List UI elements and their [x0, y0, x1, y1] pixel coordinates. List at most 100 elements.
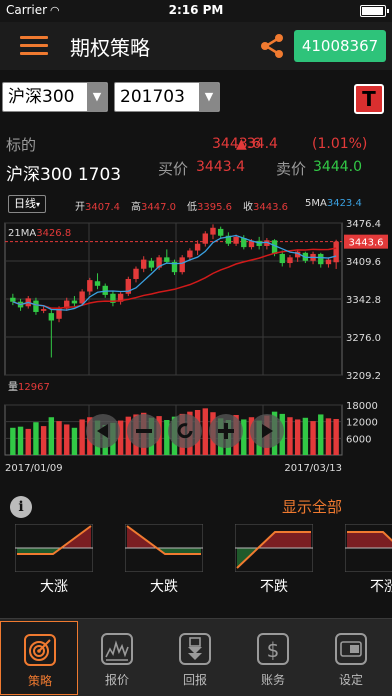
app-header: 期权策略 41008367: [0, 22, 392, 70]
reset-icon[interactable]: [168, 414, 202, 448]
candle-body: [325, 259, 332, 265]
price-change: ▲34.4: [236, 136, 278, 152]
volume-bar: [287, 417, 293, 455]
clock: 2:16 PM: [168, 3, 224, 17]
nav-label: 回报: [182, 673, 207, 687]
close-value: 3443.6: [253, 202, 288, 213]
ma5-value: 3423.4: [326, 198, 362, 209]
volume-axis-label: 12000: [346, 418, 378, 429]
dollar-icon: $: [257, 633, 289, 665]
quote-chart-icon: [101, 633, 133, 665]
volume-bar: [17, 426, 24, 455]
volume-axis-label: 6000: [346, 434, 371, 445]
strategy-label: 大涨: [40, 579, 68, 595]
nav-quote[interactable]: 报价: [78, 621, 156, 695]
price-axis-label: 3409.6: [346, 257, 381, 268]
not-rise-payoff-icon: [345, 524, 392, 572]
strategy-card[interactable]: 大跌: [125, 524, 203, 598]
candle-body: [318, 253, 324, 265]
candle-body: [10, 297, 16, 302]
selector-row: 沪深300 ▼ 201703 ▼ T: [0, 70, 392, 120]
candle-body: [94, 281, 101, 286]
info-icon[interactable]: i: [10, 496, 32, 518]
volume-bar: [64, 424, 70, 455]
volume-bar: [48, 417, 55, 455]
date-start-label: 2017/01/09: [5, 463, 63, 474]
nav-account[interactable]: $ 账务: [234, 621, 312, 695]
strategy-label: 不跌: [260, 579, 288, 595]
volume-bar: [71, 427, 78, 455]
bear-payoff-icon: [125, 524, 203, 572]
date-end-label: 2017/03/13: [284, 463, 342, 474]
account-button[interactable]: 41008367: [294, 30, 386, 62]
strategy-card[interactable]: 不涨: [345, 524, 392, 598]
volume-bar: [79, 419, 85, 455]
price-axis-label: 3276.0: [346, 333, 381, 344]
candle-body: [79, 291, 85, 304]
underlying-select[interactable]: 沪深300 ▼: [2, 82, 108, 112]
ma5-info: 5MA3423.4: [305, 198, 362, 209]
contract-value: 201703: [120, 87, 185, 107]
svg-text:$: $: [267, 638, 280, 662]
nav-return[interactable]: 回报: [156, 621, 234, 695]
candle-body: [187, 250, 193, 258]
nav-label: 报价: [104, 673, 129, 687]
chart-area: 日线 开3407.4 高3447.0 低3395.6 收3443.6 5MA34…: [0, 191, 392, 485]
zoom-in-icon[interactable]: [209, 414, 243, 448]
ma5-label: 5MA: [305, 198, 327, 209]
ma21-legend: 21MA3426.8: [8, 228, 71, 239]
candle-body: [194, 243, 201, 251]
candle-body: [217, 228, 224, 236]
open-label: 开: [75, 202, 85, 213]
nav-strategy[interactable]: 策略: [0, 621, 78, 695]
low-label: 低: [187, 202, 197, 213]
low-value: 3395.6: [197, 202, 232, 213]
underlying-value: 沪深300: [8, 87, 75, 107]
right-arrow-icon[interactable]: [250, 414, 284, 448]
nav-label: 策略: [27, 674, 52, 688]
battery-icon: [360, 5, 389, 17]
kline-chart[interactable]: 3476.4 3443.6 3409.6 3342.8 3276.0 3209.2 1800…: [0, 215, 392, 485]
not-fall-payoff-icon: [235, 524, 313, 572]
contract-select[interactable]: 201703 ▼: [114, 82, 220, 112]
zoom-out-icon[interactable]: [127, 414, 161, 448]
volume-bar: [202, 408, 208, 455]
chevron-down-icon: ▼: [87, 83, 107, 111]
menu-icon[interactable]: [20, 36, 48, 56]
candle-body: [148, 260, 155, 268]
candle-body: [33, 300, 39, 312]
chart-info-row: 日线 开3407.4 高3447.0 低3395.6 收3443.6 5MA34…: [0, 191, 392, 215]
bid-label: 买价: [158, 160, 189, 178]
strategy-label: 大跌: [150, 579, 178, 595]
nav-settings[interactable]: 设定: [312, 621, 390, 695]
share-icon[interactable]: [258, 32, 286, 60]
candle-body: [233, 236, 239, 244]
candle-body: [202, 233, 208, 244]
strategy-label: 不涨: [370, 579, 392, 595]
close-label: 收: [243, 202, 253, 213]
candle-body: [333, 241, 339, 263]
nav-label: 账务: [260, 673, 285, 687]
candle-body: [279, 253, 285, 264]
left-arrow-icon[interactable]: [86, 414, 120, 448]
volume-axis-label: 18000: [346, 401, 378, 412]
underlying-label: 标的: [6, 136, 37, 154]
strategy-card[interactable]: 不跌: [235, 524, 313, 598]
price-axis-label: 3342.8: [346, 295, 381, 306]
candle-body: [133, 268, 139, 279]
candle-body: [179, 257, 185, 273]
status-bar: Carrier ◠ 2:16 PM: [0, 0, 392, 22]
candle-body: [164, 257, 170, 262]
volume-bar: [302, 417, 309, 455]
ask-label: 卖价: [276, 160, 307, 178]
nav-label: 设定: [338, 673, 363, 687]
volume-bar: [310, 421, 316, 455]
price-axis-label: 3476.4: [346, 219, 381, 230]
price-axis-label: 3209.2: [346, 371, 381, 382]
period-select[interactable]: 日线: [8, 195, 46, 213]
volume-bar: [164, 420, 170, 455]
strategy-card[interactable]: 大涨: [15, 524, 93, 598]
show-all-link[interactable]: 显示全部: [282, 496, 342, 517]
volume-bar: [241, 419, 247, 455]
trade-button[interactable]: T: [354, 84, 384, 114]
